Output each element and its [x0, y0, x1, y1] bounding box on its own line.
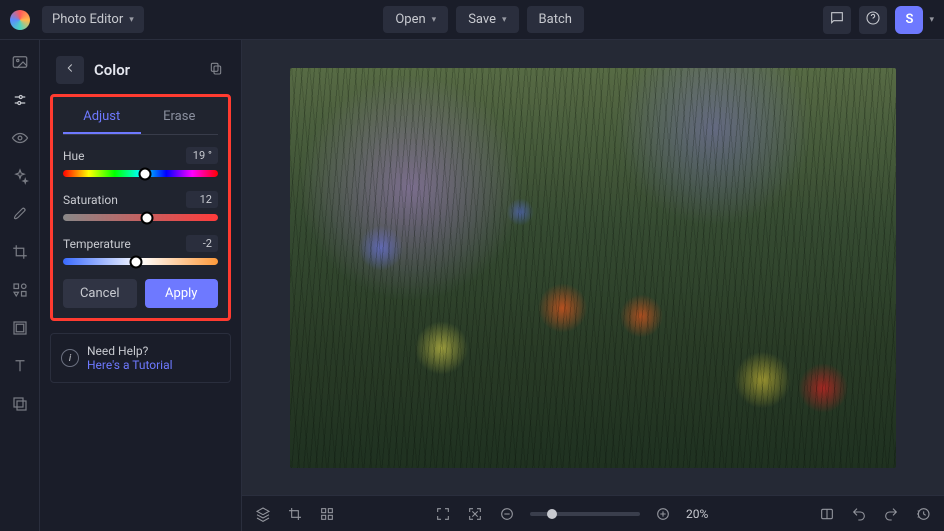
- photo-canvas[interactable]: [290, 68, 896, 468]
- crop-tool-icon[interactable]: [10, 242, 30, 262]
- compare-button[interactable]: [818, 505, 836, 523]
- hue-slider-row: Hue 19 °: [63, 147, 218, 177]
- info-icon: i: [61, 349, 79, 367]
- saturation-value[interactable]: 12: [186, 191, 218, 208]
- zoom-handle[interactable]: [547, 509, 557, 519]
- copy-icon: [208, 60, 224, 80]
- tab-adjust[interactable]: Adjust: [63, 103, 141, 134]
- chevron-down-icon: ▾: [432, 15, 437, 25]
- avatar-initial: S: [906, 12, 914, 27]
- grid-button[interactable]: [318, 505, 336, 523]
- copy-settings-button[interactable]: [207, 61, 225, 79]
- side-panel: Color Adjust Erase Hue 19 °: [40, 40, 242, 531]
- hue-label: Hue: [63, 149, 85, 163]
- saturation-slider-row: Saturation 12: [63, 191, 218, 221]
- zoom-in-button[interactable]: [654, 505, 672, 523]
- canvas-area[interactable]: [242, 40, 944, 495]
- temperature-handle[interactable]: [129, 255, 142, 268]
- temperature-label: Temperature: [63, 237, 131, 251]
- hue-slider[interactable]: [63, 170, 218, 177]
- zoom-out-button[interactable]: [498, 505, 516, 523]
- back-button[interactable]: [56, 56, 84, 84]
- zoom-slider[interactable]: [530, 512, 640, 516]
- open-label: Open: [395, 12, 425, 27]
- temperature-slider[interactable]: [63, 258, 218, 265]
- help-question: Need Help?: [87, 344, 173, 358]
- bottom-toolbar: 20%: [242, 495, 944, 531]
- chevron-down-icon[interactable]: ▾: [929, 15, 934, 25]
- zoom-level[interactable]: 20%: [686, 507, 720, 521]
- chat-icon: [829, 10, 845, 30]
- photo-texture: [290, 68, 896, 468]
- user-avatar[interactable]: S: [895, 6, 923, 34]
- shapes-tool-icon[interactable]: [10, 280, 30, 300]
- save-label: Save: [468, 12, 496, 27]
- color-tabs: Adjust Erase: [63, 103, 218, 135]
- brush-tool-icon[interactable]: [10, 204, 30, 224]
- panel-title: Color: [94, 61, 197, 79]
- fit-button[interactable]: [466, 505, 484, 523]
- tab-erase[interactable]: Erase: [141, 103, 219, 134]
- batch-label: Batch: [539, 12, 572, 27]
- open-button[interactable]: Open ▾: [383, 6, 448, 33]
- temperature-value[interactable]: -2: [186, 235, 218, 252]
- saturation-slider[interactable]: [63, 214, 218, 221]
- text-tool-icon[interactable]: [10, 356, 30, 376]
- temperature-slider-row: Temperature -2: [63, 235, 218, 265]
- saturation-label: Saturation: [63, 193, 118, 207]
- arrow-left-icon: [63, 61, 77, 79]
- top-bar: Photo Editor ▾ Open ▾ Save ▾ Batch S ▾: [0, 0, 944, 40]
- batch-button[interactable]: Batch: [527, 6, 584, 33]
- frame-tool-icon[interactable]: [10, 318, 30, 338]
- layers-tool-icon[interactable]: [10, 394, 30, 414]
- apply-button[interactable]: Apply: [145, 279, 219, 308]
- crop-button[interactable]: [286, 505, 304, 523]
- chevron-down-icon: ▾: [502, 15, 507, 25]
- app-title: Photo Editor: [52, 12, 123, 27]
- help-card: i Need Help? Here's a Tutorial: [50, 333, 231, 383]
- feedback-button[interactable]: [823, 6, 851, 34]
- save-button[interactable]: Save ▾: [456, 6, 518, 33]
- app-logo: [10, 10, 30, 30]
- fullscreen-button[interactable]: [434, 505, 452, 523]
- color-adjust-card: Adjust Erase Hue 19 ° Saturation 12: [50, 94, 231, 321]
- help-button[interactable]: [859, 6, 887, 34]
- adjust-tool-icon[interactable]: [10, 90, 30, 110]
- hue-value[interactable]: 19 °: [186, 147, 218, 164]
- cancel-button[interactable]: Cancel: [63, 279, 137, 308]
- tutorial-link[interactable]: Here's a Tutorial: [87, 358, 173, 372]
- eye-tool-icon[interactable]: [10, 128, 30, 148]
- redo-button[interactable]: [882, 505, 900, 523]
- question-icon: [865, 10, 881, 30]
- history-button[interactable]: [914, 505, 932, 523]
- undo-button[interactable]: [850, 505, 868, 523]
- chevron-down-icon: ▾: [129, 15, 134, 25]
- saturation-handle[interactable]: [140, 211, 153, 224]
- sparkle-tool-icon[interactable]: [10, 166, 30, 186]
- tool-rail: [0, 40, 40, 531]
- app-title-dropdown[interactable]: Photo Editor ▾: [42, 6, 144, 33]
- layers-button[interactable]: [254, 505, 272, 523]
- image-tool-icon[interactable]: [10, 52, 30, 72]
- hue-handle[interactable]: [139, 167, 152, 180]
